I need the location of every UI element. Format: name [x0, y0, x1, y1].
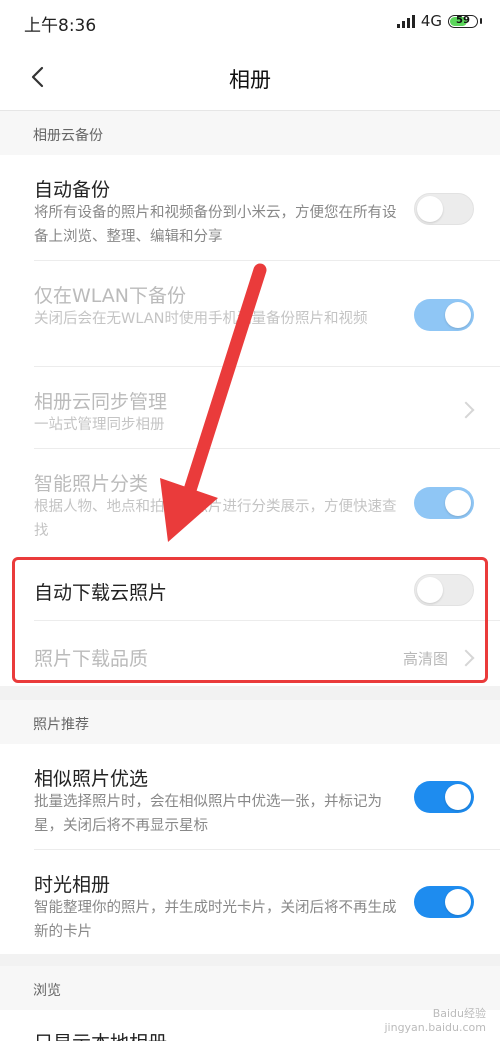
annotation-arrow [160, 263, 267, 542]
watermark-url: jingyan.baidu.com [384, 1021, 486, 1034]
watermark: Baidu经验 jingyan.baidu.com [384, 1007, 486, 1035]
watermark-brand: Baidu经验 [432, 1007, 486, 1020]
